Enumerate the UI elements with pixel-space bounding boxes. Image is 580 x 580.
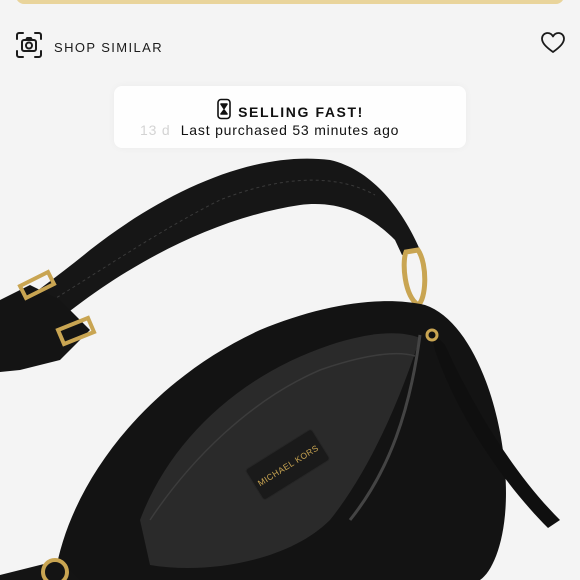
shop-similar-button[interactable]: SHOP SIMILAR: [14, 30, 164, 65]
toolbar: SHOP SIMILAR: [0, 18, 580, 74]
like-button[interactable]: [540, 30, 566, 56]
d-ring: [401, 247, 428, 309]
top-banner: [16, 0, 564, 4]
product-image[interactable]: MICHAEL KORS: [0, 80, 580, 580]
camera-scan-icon: [14, 30, 44, 65]
hourglass-icon: [216, 98, 238, 125]
selling-fast-badge: 13 d SELLING FAST! Last purchased 53 min…: [114, 86, 466, 148]
heart-outline-icon: [540, 32, 566, 60]
badge-header: SELLING FAST!: [114, 98, 466, 125]
shop-similar-label: SHOP SIMILAR: [54, 39, 164, 55]
badge-title: SELLING FAST!: [238, 103, 364, 120]
badge-subtitle: Last purchased 53 minutes ago: [180, 122, 400, 138]
